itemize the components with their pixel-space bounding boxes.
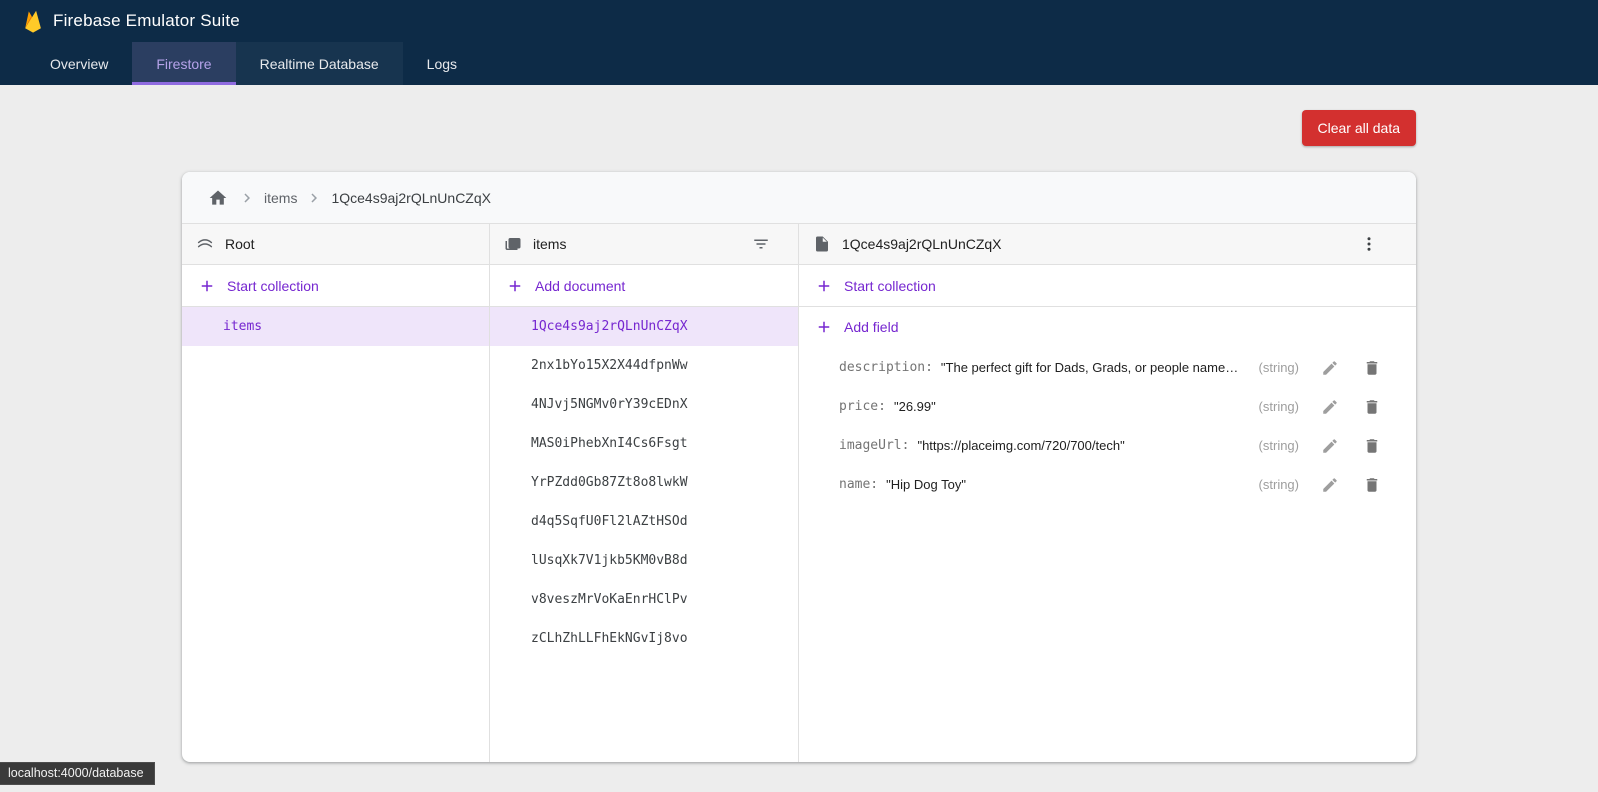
field-key: description:	[839, 360, 933, 375]
document-row[interactable]: d4q5SqfU0Fl2lAZtHSOd	[490, 502, 798, 541]
delete-field-icon[interactable]	[1361, 396, 1383, 418]
app-title: Firebase Emulator Suite	[53, 11, 240, 31]
delete-field-icon[interactable]	[1361, 435, 1383, 457]
root-panel-title: Root	[225, 236, 255, 252]
field-value: "https://placeimg.com/720/700/tech"	[917, 438, 1124, 453]
main-nav: Overview Firestore Realtime Database Log…	[0, 42, 1598, 85]
document-id: 1Qce4s9aj2rQLnUnCZqX	[531, 319, 688, 334]
kebab-menu-icon[interactable]	[1358, 233, 1380, 255]
add-document-button[interactable]: Add document	[490, 265, 798, 307]
field-value: "26.99"	[894, 399, 936, 414]
document-id: YrPZdd0Gb87Zt8o8lwkW	[531, 475, 688, 490]
home-icon[interactable]	[206, 186, 230, 210]
breadcrumb-collection[interactable]: items	[264, 190, 297, 206]
main-content: Clear all data items 1Qce4s9aj2rQLnUnCZq…	[0, 85, 1598, 762]
document-row[interactable]: YrPZdd0Gb87Zt8o8lwkW	[490, 463, 798, 502]
field-type: (string)	[1259, 438, 1299, 453]
plus-icon	[815, 277, 833, 295]
field-row: price: "26.99" (string)	[799, 387, 1416, 426]
document-row[interactable]: v8veszMrVoKaEnrHClPv	[490, 580, 798, 619]
document-panel-title: 1Qce4s9aj2rQLnUnCZqX	[842, 236, 1002, 252]
start-collection-button[interactable]: Start collection	[182, 265, 489, 307]
document-row[interactable]: 4NJvj5NGMv0rY39cEDnX	[490, 385, 798, 424]
collection-row[interactable]: items	[182, 307, 489, 346]
panel-columns: Root Start collection items	[182, 224, 1416, 762]
collection-name: items	[223, 319, 262, 334]
chevron-right-icon	[305, 189, 323, 207]
documents-list: 1Qce4s9aj2rQLnUnCZqX 2nx1bYo15X2X44dfpnW…	[490, 307, 798, 658]
plus-icon	[198, 277, 216, 295]
document-id: MAS0iPhebXnI4Cs6Fsgt	[531, 436, 688, 451]
tab-overview[interactable]: Overview	[26, 42, 132, 85]
delete-field-icon[interactable]	[1361, 474, 1383, 496]
firestore-card: items 1Qce4s9aj2rQLnUnCZqX Root	[182, 172, 1416, 762]
fields-list: description: "The perfect gift for Dads,…	[799, 347, 1416, 504]
collection-panel-header: items	[490, 224, 798, 265]
field-value: "Hip Dog Toy"	[886, 477, 966, 492]
breadcrumb: items 1Qce4s9aj2rQLnUnCZqX	[182, 172, 1416, 224]
edit-field-icon[interactable]	[1319, 357, 1341, 379]
add-field-button[interactable]: Add field	[799, 307, 1416, 347]
document-id: lUsqXk7V1jkb5KM0vB8d	[531, 553, 688, 568]
document-id: d4q5SqfU0Fl2lAZtHSOd	[531, 514, 688, 529]
root-panel-header: Root	[182, 224, 489, 265]
field-key: name:	[839, 477, 878, 492]
filter-documents-icon[interactable]	[750, 233, 772, 255]
field-key: price:	[839, 399, 886, 414]
app-header: Firebase Emulator Suite Overview Firesto…	[0, 0, 1598, 85]
start-collection-label: Start collection	[227, 278, 319, 294]
root-panel: Root Start collection items	[182, 224, 490, 762]
doc-start-collection-label: Start collection	[844, 278, 936, 294]
root-icon	[196, 235, 214, 253]
edit-field-icon[interactable]	[1319, 396, 1341, 418]
field-type: (string)	[1259, 399, 1299, 414]
plus-icon	[815, 318, 833, 336]
collection-panel-title: items	[533, 236, 566, 252]
tab-firestore[interactable]: Firestore	[132, 42, 235, 85]
plus-icon	[506, 277, 524, 295]
document-id: 2nx1bYo15X2X44dfpnWw	[531, 358, 688, 373]
tab-realtime-database[interactable]: Realtime Database	[236, 42, 403, 85]
field-value: "The perfect gift for Dads, Grads, or pe…	[941, 360, 1239, 375]
document-id: v8veszMrVoKaEnrHClPv	[531, 592, 688, 607]
field-row: description: "The perfect gift for Dads,…	[799, 348, 1416, 387]
edit-field-icon[interactable]	[1319, 435, 1341, 457]
document-id: 4NJvj5NGMv0rY39cEDnX	[531, 397, 688, 412]
document-row[interactable]: zCLhZhLLFhEkNGvIj8vo	[490, 619, 798, 658]
firebase-logo-icon	[23, 9, 43, 33]
delete-field-icon[interactable]	[1361, 357, 1383, 379]
add-document-label: Add document	[535, 278, 625, 294]
document-panel-header: 1Qce4s9aj2rQLnUnCZqX	[799, 224, 1416, 265]
field-type: (string)	[1259, 360, 1299, 375]
field-key: imageUrl:	[839, 438, 909, 453]
field-row: imageUrl: "https://placeimg.com/720/700/…	[799, 426, 1416, 465]
document-row[interactable]: 2nx1bYo15X2X44dfpnWw	[490, 346, 798, 385]
collections-list: items	[182, 307, 489, 346]
tab-logs[interactable]: Logs	[403, 42, 481, 85]
doc-start-collection-button[interactable]: Start collection	[799, 265, 1416, 307]
titlebar: Firebase Emulator Suite	[0, 0, 1598, 42]
document-id: zCLhZhLLFhEkNGvIj8vo	[531, 631, 688, 646]
collection-icon	[504, 235, 522, 253]
clear-all-data-button[interactable]: Clear all data	[1302, 110, 1417, 146]
document-row[interactable]: MAS0iPhebXnI4Cs6Fsgt	[490, 424, 798, 463]
status-bar: localhost:4000/database	[0, 762, 155, 785]
edit-field-icon[interactable]	[1319, 474, 1341, 496]
field-type: (string)	[1259, 477, 1299, 492]
document-row[interactable]: lUsqXk7V1jkb5KM0vB8d	[490, 541, 798, 580]
breadcrumb-document[interactable]: 1Qce4s9aj2rQLnUnCZqX	[331, 190, 491, 206]
collection-panel: items Add document	[490, 224, 799, 762]
document-row[interactable]: 1Qce4s9aj2rQLnUnCZqX	[490, 307, 798, 346]
chevron-right-icon	[238, 189, 256, 207]
document-panel: 1Qce4s9aj2rQLnUnCZqX Start collection	[799, 224, 1416, 762]
field-row: name: "Hip Dog Toy" (string)	[799, 465, 1416, 504]
document-icon	[813, 235, 831, 253]
add-field-label: Add field	[844, 319, 898, 335]
